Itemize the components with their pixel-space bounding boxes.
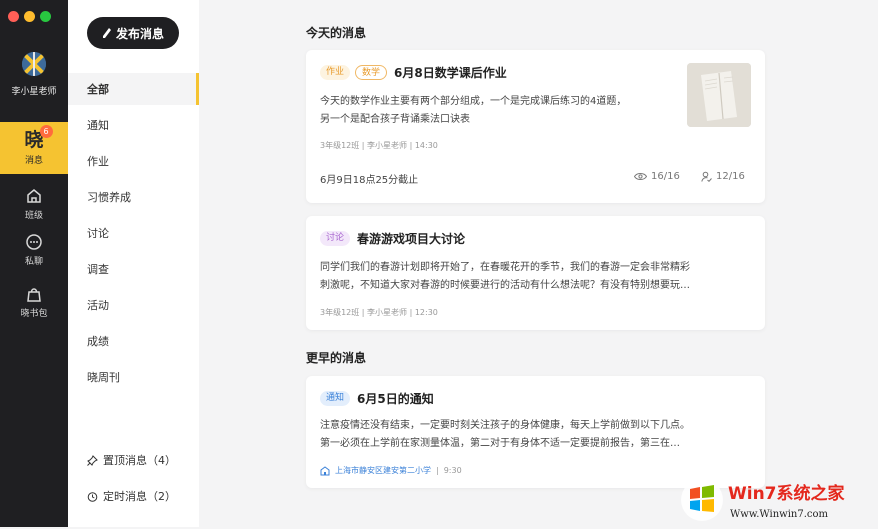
section-title-today: 今天的消息 [306,26,367,40]
tag-notice: 通知 [320,391,351,406]
attachment-thumbnail[interactable] [687,63,751,127]
message-time: 9:30 [443,466,462,475]
school-name[interactable]: 上海市静安区建安第二小学 [335,465,431,476]
message-title: 春游游戏项目大讨论 [357,232,466,246]
pencil-icon [102,28,111,38]
rail-item-label: 班级 [24,211,43,221]
close-window-button[interactable] [8,11,19,22]
user-name: 李小星老师 [11,87,57,97]
rail-item-label: 消息 [24,156,43,166]
svg-text:Www.Winwin7.com: Www.Winwin7.com [730,509,828,520]
scheduled-messages-link[interactable]: 定时消息（2） [87,488,176,504]
category-activity[interactable]: 活动 [68,289,199,321]
rail-item-label: 私聊 [24,257,43,267]
message-meta: 3年级12班 | 李小星老师 | 12:30 [320,308,438,317]
rail-item-bag[interactable]: 晓书包 [0,276,68,328]
school-icon [320,465,330,475]
tag-discussion: 讨论 [320,231,351,246]
category-habits[interactable]: 习惯养成 [68,181,199,213]
eye-icon [634,173,647,180]
deadline-text: 6月9日18点25分截止 [320,175,419,186]
message-body: 同学们我们的春游计划即将开始了，在春暖花开的季节，我们的春游一定会非常精彩 刺激… [320,262,690,291]
clock-icon [87,491,98,502]
person-check-icon [701,171,712,182]
pinned-messages-link[interactable]: 置顶消息（4） [87,452,176,468]
tag-homework: 作业 [320,65,351,80]
message-body: 注意疫情还没有结束，一定要时刻关注孩子的身体健康，每天上学前做到以下几点。 第一… [320,420,690,449]
message-card-notice[interactable]: 通知 6月5日的通知 注意疫情还没有结束，一定要时刻关注孩子的身体健康，每天上学… [306,376,765,488]
category-survey[interactable]: 调查 [68,253,199,285]
window-controls [8,11,51,22]
rail-item-class[interactable]: 班级 [0,178,68,230]
category-homework[interactable]: 作业 [68,145,199,177]
category-grades[interactable]: 成绩 [68,325,199,357]
completion-count: 12/16 [701,171,745,182]
category-panel: 发布消息 全部 通知 作业 习惯养成 讨论 调查 活动 成绩 晓周刊 置顶消息（… [68,0,199,527]
bag-icon [27,288,41,302]
rail-item-chat[interactable]: 私聊 [0,224,68,276]
message-title: 6月8日数学课后作业 [394,66,507,80]
pin-icon [87,454,98,466]
message-title: 6月5日的通知 [357,392,434,406]
message-body: 今天的数学作业主要有两个部分组成，一个是完成课后练习的4道题， 另一个是配合孩子… [320,96,627,125]
publish-message-button[interactable]: 发布消息 [87,17,179,49]
category-notice[interactable]: 通知 [68,109,199,141]
unread-badge: 6 [39,125,53,138]
rail-item-label: 晓书包 [20,309,48,319]
category-weekly[interactable]: 晓周刊 [68,361,199,393]
svg-text:Win7系统之家: Win7系统之家 [728,483,845,504]
category-all[interactable]: 全部 [68,73,199,105]
message-icon: 晓 6 [24,125,53,150]
view-count: 16/16 [634,171,680,182]
rail-item-messages[interactable]: 晓 6 消息 [0,122,68,174]
message-card-homework[interactable]: 作业 数学 6月8日数学课后作业 今天的数学作业主要有两个部分组成，一个是完成课… [306,50,765,203]
maximize-window-button[interactable] [40,11,51,22]
category-discussion[interactable]: 讨论 [68,217,199,249]
message-card-discussion[interactable]: 讨论 春游游戏项目大讨论 同学们我们的春游计划即将开始了，在春暖花开的季节，我们… [306,216,765,330]
tag-math: 数学 [355,65,388,80]
message-meta: 3年级12班 | 李小星老师 | 14:30 [320,141,438,150]
app-rail: 李小星老师 晓 6 消息 班级 私聊 晓书包 [0,0,68,527]
home-icon [27,189,41,203]
avatar[interactable] [22,52,46,76]
minimize-window-button[interactable] [24,11,35,22]
message-meta: 上海市静安区建安第二小学 | 9:30 [320,465,462,476]
section-title-earlier: 更早的消息 [306,351,367,365]
watermark-logo: Win7系统之家 Www.Winwin7.com [680,475,876,525]
meta-separator: | [436,466,439,475]
chat-icon [26,234,42,250]
